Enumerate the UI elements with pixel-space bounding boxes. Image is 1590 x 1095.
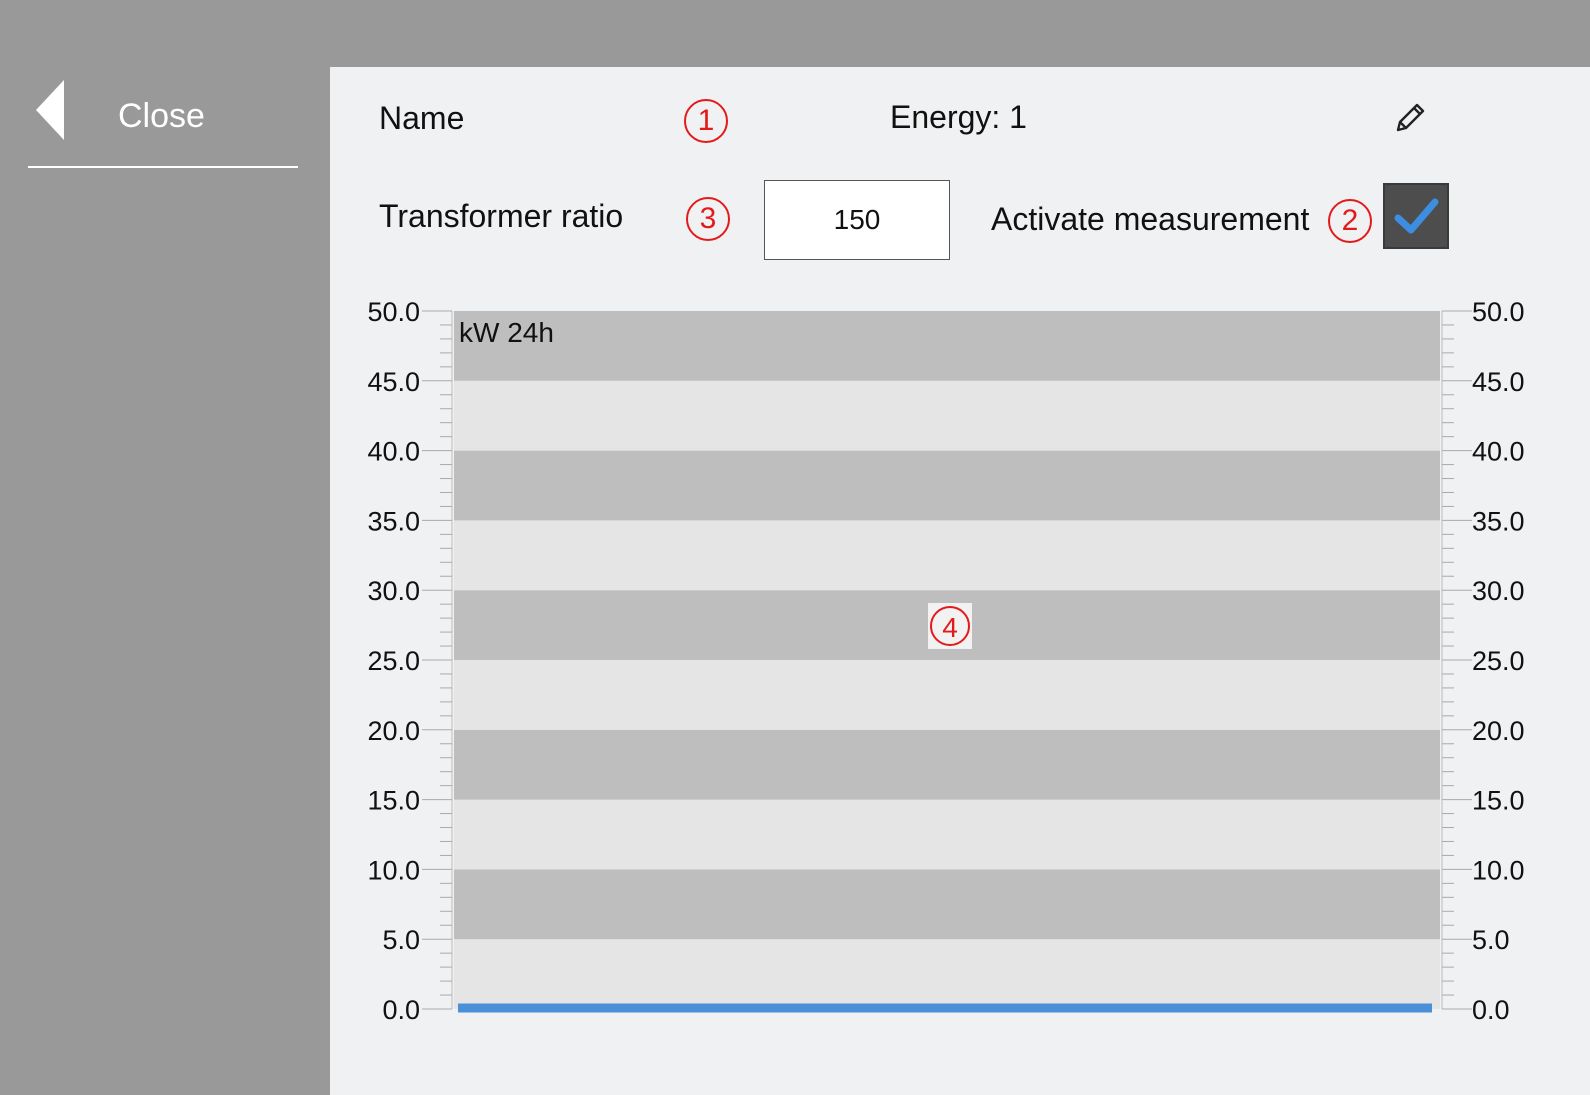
grid-band [454,660,1440,730]
grid-band [454,450,1440,521]
sidebar: Close [0,0,330,1095]
chart-title: kW 24h [459,317,554,348]
y-tick-label-left: 20.0 [367,716,420,746]
measurement-panel: Name 1 Energy: 1 Transformer ratio 3 Act… [330,67,1590,1095]
close-label: Close [118,97,205,135]
grid-band [454,520,1440,591]
close-button[interactable]: Close [28,72,298,168]
kw-24h-chart: 0.05.010.015.020.025.030.035.040.045.050… [367,297,1525,1025]
grid-band [454,869,1440,940]
svg-text:4: 4 [942,612,958,643]
y-tick-label-left: 10.0 [367,855,420,885]
y-tick-label-left: 15.0 [367,786,420,816]
y-tick-label-left: 35.0 [367,506,420,536]
grid-band [454,799,1440,870]
y-tick-label-right: 0.0 [1472,995,1510,1025]
y-tick-label-left: 25.0 [367,646,420,676]
y-tick-label-right: 50.0 [1472,297,1525,327]
sidebar-divider [28,166,298,168]
y-tick-label-left: 5.0 [382,925,420,955]
y-tick-label-right: 20.0 [1472,716,1525,746]
y-tick-label-right: 30.0 [1472,576,1525,606]
y-tick-label-right: 35.0 [1472,506,1525,536]
y-tick-label-right: 15.0 [1472,786,1525,816]
annotation-4: 4 [928,603,972,649]
y-tick-label-left: 50.0 [367,297,420,327]
y-tick-label-left: 0.0 [382,995,420,1025]
y-tick-label-left: 45.0 [367,367,420,397]
y-tick-label-left: 40.0 [367,437,420,467]
grid-band [454,729,1440,800]
y-tick-label-right: 5.0 [1472,925,1510,955]
y-tick-label-right: 10.0 [1472,855,1525,885]
y-tick-label-right: 45.0 [1472,367,1525,397]
grid-band [454,311,1440,381]
grid-band [454,380,1440,451]
y-tick-label-right: 40.0 [1472,437,1525,467]
back-arrow-icon [36,80,64,140]
y-tick-label-right: 25.0 [1472,646,1525,676]
y-tick-label-left: 30.0 [367,576,420,606]
grid-band [454,939,1440,1009]
